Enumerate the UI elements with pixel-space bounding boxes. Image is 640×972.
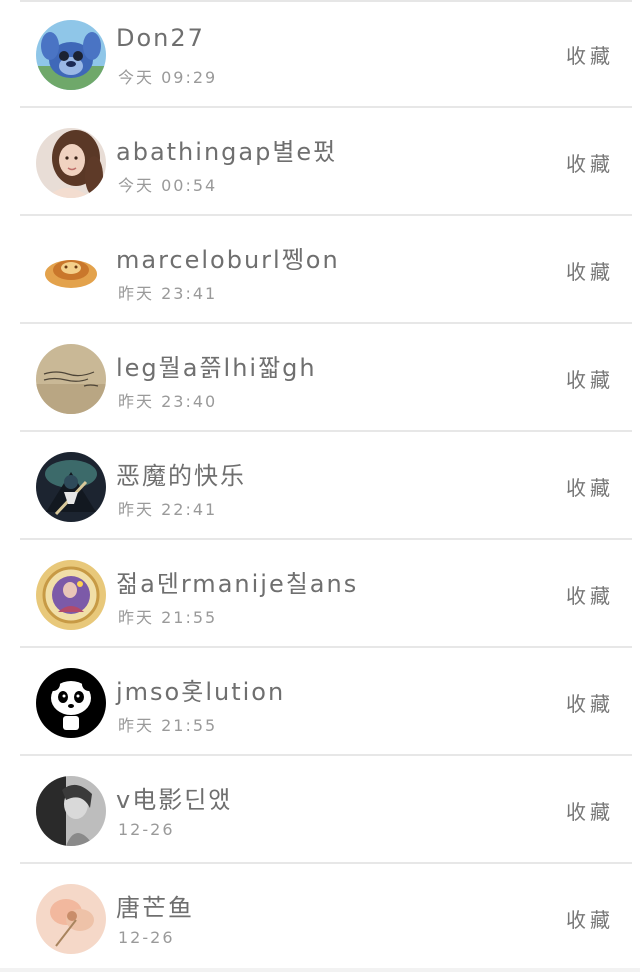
list-item[interactable]: abathingap별e펐 今天 00:54 收藏 <box>0 108 640 216</box>
timestamp: 昨天 23:40 <box>118 392 218 411</box>
list-item[interactable]: leg뭘a쯝lhi짧gh 昨天 23:40 收藏 <box>0 324 640 432</box>
timestamp: 12-26 <box>118 928 175 947</box>
user-name: v电影딘앴 <box>116 786 233 814</box>
list-item[interactable]: 恶魔的快乐 昨天 22:41 收藏 <box>0 432 640 540</box>
avatar[interactable] <box>36 776 106 846</box>
list-item[interactable]: marceloburl쩽on 昨天 23:41 收藏 <box>0 216 640 324</box>
flower-avatar-icon <box>36 884 106 954</box>
user-name: abathingap별e펐 <box>116 138 338 166</box>
user-name: 젊a덴rmanije칠ans <box>116 570 359 598</box>
panda-avatar-icon <box>36 668 106 738</box>
avatar[interactable] <box>36 560 106 630</box>
list-item[interactable]: Don27 今天 09:29 收藏 <box>0 0 640 108</box>
timestamp: 昨天 23:41 <box>118 284 218 303</box>
blue-creature-avatar-icon <box>36 20 106 90</box>
user-name: 唐芒鱼 <box>116 894 194 922</box>
user-name: jmso홋lution <box>116 678 286 706</box>
collect-button[interactable]: 收藏 <box>566 472 614 501</box>
timestamp: 昨天 21:55 <box>118 608 218 627</box>
avatar[interactable] <box>36 20 106 90</box>
collect-button[interactable]: 收藏 <box>566 256 614 285</box>
timestamp: 昨天 22:41 <box>118 500 218 519</box>
user-name: leg뭘a쯝lhi짧gh <box>116 354 317 382</box>
avatar[interactable] <box>36 452 106 522</box>
avatar[interactable] <box>36 668 106 738</box>
timestamp: 今天 00:54 <box>118 176 218 195</box>
timestamp: 今天 09:29 <box>118 68 218 87</box>
collect-button[interactable]: 收藏 <box>566 904 614 933</box>
collect-button[interactable]: 收藏 <box>566 796 614 825</box>
collect-button[interactable]: 收藏 <box>566 40 614 69</box>
list-item[interactable]: v电影딘앴 12-26 收藏 <box>0 756 640 864</box>
avatar[interactable] <box>36 884 106 954</box>
purple-badge-avatar-icon <box>36 560 106 630</box>
orange-food-avatar-icon <box>36 236 106 306</box>
collect-button[interactable]: 收藏 <box>566 688 614 717</box>
woman-portrait-avatar-icon <box>36 128 106 198</box>
timestamp: 12-26 <box>118 820 175 839</box>
list-item[interactable]: 젊a덴rmanije칠ans 昨天 21:55 收藏 <box>0 540 640 648</box>
handwritten-note-avatar-icon <box>36 344 106 414</box>
collect-button[interactable]: 收藏 <box>566 148 614 177</box>
collect-button[interactable]: 收藏 <box>566 580 614 609</box>
avatar[interactable] <box>36 344 106 414</box>
user-name: Don27 <box>116 24 205 52</box>
list-item[interactable]: 唐芒鱼 12-26 收藏 <box>0 864 640 972</box>
bw-portrait-avatar-icon <box>36 776 106 846</box>
collect-button[interactable]: 收藏 <box>566 364 614 393</box>
user-name: marceloburl쩽on <box>116 246 340 274</box>
favorites-list: Don27 今天 09:29 收藏 abathingap별e펐 今天 00:54… <box>0 0 640 968</box>
dark-artwork-avatar-icon <box>36 452 106 522</box>
avatar[interactable] <box>36 128 106 198</box>
user-name: 恶魔的快乐 <box>116 462 246 490</box>
list-item[interactable]: jmso홋lution 昨天 21:55 收藏 <box>0 648 640 756</box>
timestamp: 昨天 21:55 <box>118 716 218 735</box>
avatar[interactable] <box>36 236 106 306</box>
